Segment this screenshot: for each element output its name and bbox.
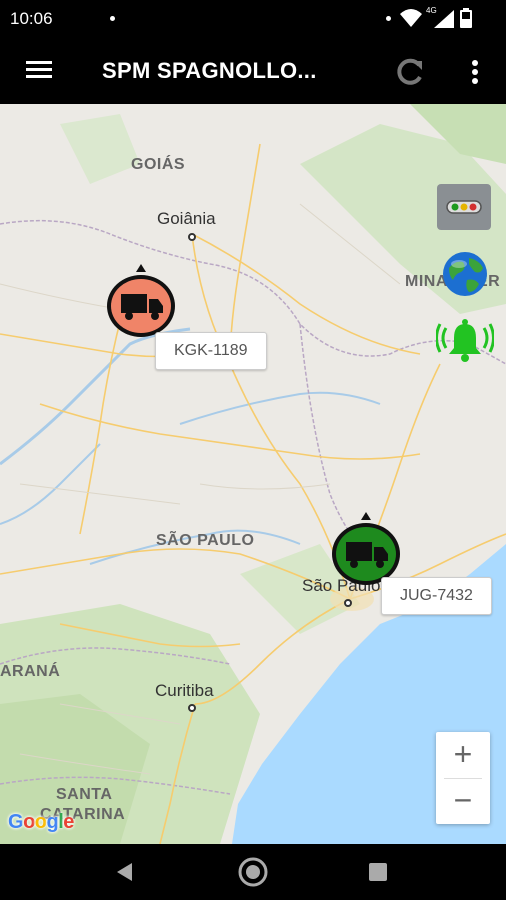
app-title: SPM SPAGNOLLO... (102, 58, 317, 83)
region-label-goias: GOIÁS (131, 156, 186, 173)
signal-icon (434, 10, 454, 28)
refresh-button[interactable] (392, 55, 428, 89)
status-bar: 10:06 4G (0, 0, 506, 38)
wifi-icon (400, 9, 422, 27)
more-vert-icon (472, 60, 478, 84)
back-icon[interactable] (114, 861, 136, 883)
traffic-toggle-button[interactable] (437, 184, 491, 230)
bell-alarm-icon (435, 319, 495, 362)
alerts-button[interactable] (435, 316, 495, 364)
city-marker-goiania (188, 233, 196, 241)
notification-dot-icon (110, 16, 115, 21)
city-label-curitiba: Curitiba (155, 681, 214, 700)
map-type-button[interactable] (441, 250, 489, 298)
city-marker-sao-paulo (344, 599, 352, 607)
menu-button[interactable] (24, 57, 54, 83)
map-base (0, 104, 506, 844)
more-options-button[interactable] (462, 55, 488, 89)
zoom-controls: + − (436, 732, 490, 824)
vehicle-plate-label-kgk-1189[interactable]: KGK-1189 (155, 332, 267, 370)
system-navigation-bar (0, 844, 506, 900)
recents-icon[interactable] (368, 862, 388, 882)
globe-icon (443, 252, 487, 296)
notification-dot-icon (386, 16, 391, 21)
status-time: 10:06 (10, 9, 53, 28)
home-icon[interactable] (237, 856, 269, 888)
region-label-sao-paulo: SÃO PAULO (156, 532, 255, 549)
hamburger-icon (26, 61, 52, 64)
region-label-parana: ARANÁ (0, 663, 61, 680)
city-marker-curitiba (188, 704, 196, 712)
vehicle-marker-kgk-1189[interactable] (105, 264, 177, 342)
city-label-goiania: Goiânia (157, 209, 216, 228)
region-label-santa-catarina: SANTA (56, 786, 113, 803)
map-view[interactable]: GOIÁS SÃO PAULO MINAS GER ARANÁ SANTA CA… (0, 104, 506, 844)
app-bar: SPM SPAGNOLLO... (0, 38, 506, 104)
battery-icon (460, 8, 472, 28)
google-logo: Google (8, 811, 74, 833)
traffic-light-icon (446, 200, 482, 214)
zoom-in-button[interactable]: + (436, 732, 490, 778)
refresh-icon (397, 58, 422, 85)
vehicle-plate-label-jug-7432[interactable]: JUG-7432 (381, 577, 492, 615)
truck-icon (107, 264, 175, 337)
zoom-out-button[interactable]: − (436, 778, 490, 824)
status-icons: 4G (386, 6, 496, 30)
